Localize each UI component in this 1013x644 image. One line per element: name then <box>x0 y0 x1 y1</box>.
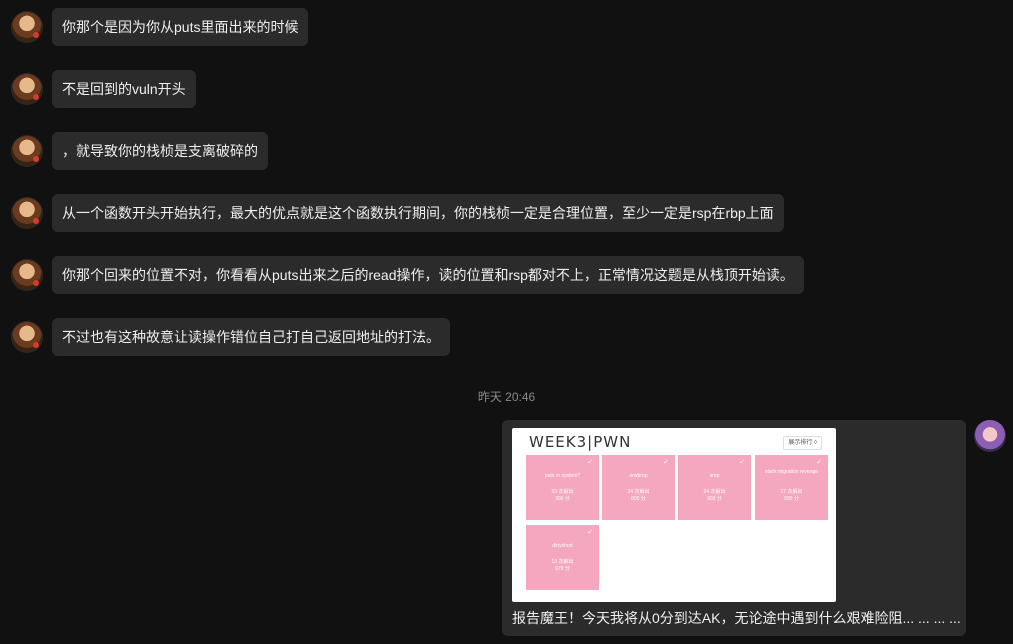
shared-card-message[interactable]: WEEK3|PWN 展示排行 ◊ ✓ puts or system? 53 次解… <box>502 420 966 636</box>
self-avatar[interactable] <box>974 420 1006 452</box>
challenge-solves: 53 次解出 <box>551 489 574 495</box>
challenge-name: dirtyshort <box>552 543 573 549</box>
leaderboard-toggle: 展示排行 ◊ <box>783 436 822 450</box>
message-bubble[interactable]: 从一个函数开头开始执行，最大的优点就是这个函数执行期间，你的栈桢一定是合理位置，… <box>52 194 784 232</box>
message-timestamp: 昨天 20:46 <box>477 390 536 404</box>
message-bubble[interactable]: 不过也有这种故意让读操作错位自己打自己返回地址的打法。 <box>52 318 450 356</box>
challenge-solves: 34 次解出 <box>627 489 650 495</box>
challenge-tile: ✓ stack migration revenge 17 次解出 930 分 <box>755 455 828 520</box>
sender-avatar[interactable] <box>12 74 42 104</box>
message-bubble[interactable]: 不是回到的vuln开头 <box>52 70 196 108</box>
message-row: 从一个函数开头开始执行，最大的优点就是这个函数执行期间，你的栈桢一定是合理位置，… <box>12 194 784 232</box>
challenge-tile: ✓ srop 24 次解出 903 分 <box>678 455 751 520</box>
message-row: 不是回到的vuln开头 <box>12 70 196 108</box>
challenge-name: stack migration revenge <box>764 469 819 475</box>
check-icon: ✓ <box>587 459 593 466</box>
message-bubble[interactable]: 你那个是因为你从puts里面出来的时候 <box>52 8 309 46</box>
message-row: 不过也有这种故意让读操作错位自己打自己返回地址的打法。 <box>12 318 450 356</box>
message-bubble[interactable]: ，就导致你的栈桢是支离破碎的 <box>52 132 268 170</box>
challenge-tile: ✓ orwbrop 34 次解出 800 分 <box>602 455 675 520</box>
challenge-tile: ✓ dirtyshort 13 次解出 979 分 <box>526 525 599 590</box>
message-row: 你那个回来的位置不对，你看看从puts出来之后的read操作，读的位置和rsp都… <box>12 256 804 294</box>
message-row: ，就导致你的栈桢是支离破碎的 <box>12 132 268 170</box>
challenge-solves: 24 次解出 <box>703 489 726 495</box>
sender-avatar[interactable] <box>12 260 42 290</box>
check-icon: ✓ <box>816 459 822 466</box>
challenge-name: puts or system? <box>544 473 581 479</box>
challenge-name: srop <box>709 473 720 479</box>
sender-avatar[interactable] <box>12 322 42 352</box>
challenge-points: 306 分 <box>555 496 570 502</box>
challenge-points: 903 分 <box>707 496 722 502</box>
challenge-solves: 13 次解出 <box>551 559 574 565</box>
sender-avatar[interactable] <box>12 198 42 228</box>
screenshot-title: WEEK3|PWN <box>529 433 632 451</box>
message-bubble[interactable]: 你那个回来的位置不对，你看看从puts出来之后的read操作，读的位置和rsp都… <box>52 256 804 294</box>
challenge-solves: 17 次解出 <box>780 489 803 495</box>
message-row: 你那个是因为你从puts里面出来的时候 <box>12 8 309 46</box>
challenge-points: 930 分 <box>784 496 799 502</box>
check-icon: ✓ <box>739 459 745 466</box>
challenge-points: 800 分 <box>631 496 646 502</box>
challenge-name: orwbrop <box>629 473 648 479</box>
card-caption: 报告魔王！今天我将从0分到达AK，无论途中遇到什么艰难险阻... ... ...… <box>512 610 961 626</box>
check-icon: ✓ <box>663 459 669 466</box>
sender-avatar[interactable] <box>12 12 42 42</box>
challenge-tile: ✓ puts or system? 53 次解出 306 分 <box>526 455 599 520</box>
sender-avatar[interactable] <box>12 136 42 166</box>
check-icon: ✓ <box>587 529 593 536</box>
challenge-points: 979 分 <box>555 566 570 572</box>
shared-screenshot[interactable]: WEEK3|PWN 展示排行 ◊ ✓ puts or system? 53 次解… <box>512 428 836 602</box>
